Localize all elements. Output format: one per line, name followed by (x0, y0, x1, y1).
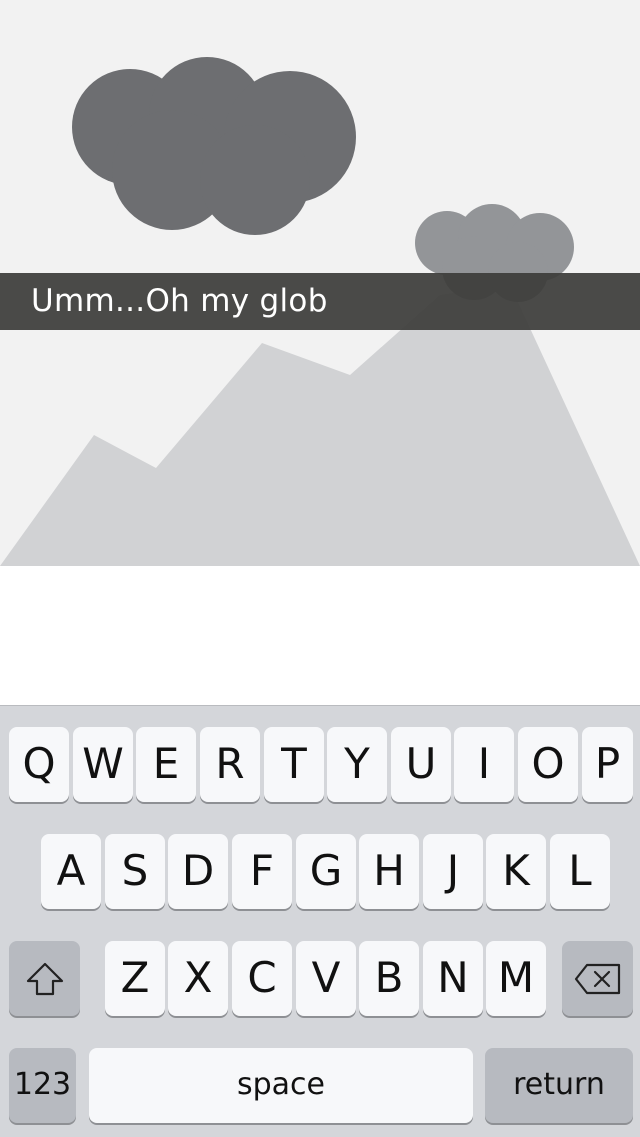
key-label: D (181, 846, 215, 895)
key-r[interactable]: R (200, 727, 260, 802)
key-label: space (236, 1067, 325, 1102)
key-label: B (374, 953, 404, 1002)
key-label: Y (344, 739, 370, 788)
key-label: R (215, 739, 245, 788)
key-x[interactable]: X (168, 941, 228, 1016)
key-a[interactable]: A (41, 834, 101, 909)
key-s[interactable]: S (105, 834, 165, 909)
key-z[interactable]: Z (105, 941, 165, 1016)
key-label: E (152, 739, 180, 788)
key-label: K (502, 846, 530, 895)
key-label: L (568, 846, 592, 895)
return-key[interactable]: return (485, 1048, 633, 1123)
key-c[interactable]: C (232, 941, 292, 1016)
key-label: O (531, 739, 565, 788)
key-d[interactable]: D (168, 834, 228, 909)
key-n[interactable]: N (423, 941, 483, 1016)
snap-compose-screen: Umm...Oh my glob Q W E R T Y U I O P A S… (0, 0, 640, 1137)
keyboard: Q W E R T Y U I O P A S D F G H J K L Z … (0, 705, 640, 1137)
key-label: N (437, 953, 469, 1002)
key-y[interactable]: Y (327, 727, 387, 802)
key-label: M (497, 953, 535, 1002)
key-l[interactable]: L (550, 834, 610, 909)
key-h[interactable]: H (359, 834, 419, 909)
key-label: S (121, 846, 149, 895)
backspace-icon (562, 941, 633, 1016)
key-label: J (446, 846, 460, 895)
key-m[interactable]: M (486, 941, 546, 1016)
key-v[interactable]: V (296, 941, 356, 1016)
key-p[interactable]: P (582, 727, 633, 802)
key-label: C (247, 953, 277, 1002)
key-label: G (309, 846, 343, 895)
key-o[interactable]: O (518, 727, 578, 802)
shift-key[interactable] (9, 941, 80, 1016)
key-label: Q (22, 739, 56, 788)
key-label: 123 (13, 1067, 72, 1102)
key-i[interactable]: I (454, 727, 514, 802)
key-j[interactable]: J (423, 834, 483, 909)
key-label: F (249, 846, 275, 895)
key-label: X (183, 953, 213, 1002)
shift-arrow-icon (9, 941, 80, 1016)
key-b[interactable]: B (359, 941, 419, 1016)
caption-bar[interactable]: Umm...Oh my glob (0, 273, 640, 330)
key-label: I (477, 739, 491, 788)
key-k[interactable]: K (486, 834, 546, 909)
key-label: A (56, 846, 86, 895)
key-label: H (373, 846, 405, 895)
key-g[interactable]: G (296, 834, 356, 909)
key-t[interactable]: T (264, 727, 324, 802)
photo-preview: Umm...Oh my glob (0, 0, 640, 566)
key-label: P (594, 739, 621, 788)
blank-area (0, 566, 640, 705)
key-q[interactable]: Q (9, 727, 69, 802)
key-w[interactable]: W (73, 727, 133, 802)
key-f[interactable]: F (232, 834, 292, 909)
delete-key[interactable] (562, 941, 633, 1016)
key-label: T (281, 739, 307, 788)
key-label: return (513, 1067, 605, 1102)
numbers-key[interactable]: 123 (9, 1048, 76, 1123)
caption-text[interactable]: Umm...Oh my glob (31, 273, 328, 330)
key-label: U (405, 739, 437, 788)
key-label: Z (120, 953, 150, 1002)
key-u[interactable]: U (391, 727, 451, 802)
dark-cloud-shape (72, 57, 356, 235)
key-label: V (311, 953, 341, 1002)
key-label: W (82, 739, 124, 788)
space-key[interactable]: space (89, 1048, 473, 1123)
key-e[interactable]: E (136, 727, 196, 802)
